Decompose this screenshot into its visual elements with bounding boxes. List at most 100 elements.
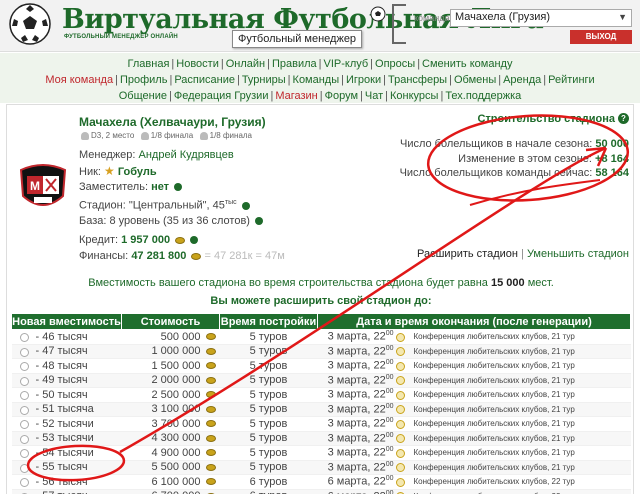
capacity-cell[interactable]: - 49 тысяч: [11, 373, 122, 388]
nav-item[interactable]: Трансферы: [388, 74, 447, 86]
capacity-cell[interactable]: - 48 тысяч: [11, 358, 122, 374]
radio-button[interactable]: [19, 463, 29, 473]
nav-item[interactable]: Форум: [325, 90, 358, 102]
cost-value: 6 700 000: [152, 490, 201, 494]
nav-item[interactable]: Игроки: [346, 74, 381, 86]
capacity-cell[interactable]: - 53 тысячи: [11, 431, 122, 446]
nav-item[interactable]: Конкурсы: [390, 90, 438, 102]
radio-button[interactable]: [19, 376, 29, 386]
table-row[interactable]: - 50 тысяч 2 500 000 5 туров 3 марта, 2200…: [11, 387, 631, 403]
site-header: Виртуальная Футбольная Лига ФУТБОЛЬНЫЙ М…: [0, 0, 640, 52]
table-row[interactable]: - 54 тысячи 4 900 000 5 туров 3 марта, 220…: [11, 445, 631, 461]
radio-button[interactable]: [19, 405, 29, 415]
nav-item[interactable]: Тех.поддержка: [445, 90, 521, 102]
nav-item[interactable]: Сменить команду: [422, 58, 512, 70]
nav-item[interactable]: Аренда: [503, 74, 541, 86]
nav-item[interactable]: Онлайн: [226, 58, 265, 70]
base-level[interactable]: 8 уровень: [110, 215, 160, 227]
stadium-value[interactable]: "Центральный", 45: [129, 200, 225, 212]
radio-button[interactable]: [19, 420, 29, 429]
help-icon[interactable]: ?: [618, 113, 629, 124]
nav-item[interactable]: Турниры: [242, 74, 286, 86]
cost-cell: 500 000: [121, 329, 220, 345]
nick-value[interactable]: Гобуль: [118, 166, 157, 178]
cup-stage-2[interactable]: 1/8 финала: [210, 131, 252, 140]
calendar-info-icon[interactable]: [395, 332, 405, 342]
nav-separator: |: [449, 74, 452, 86]
table-row[interactable]: - 57 тысяч6 700 000 6 туров6 марта, 2200…: [11, 489, 631, 494]
nav-item[interactable]: Правила: [272, 58, 317, 70]
capacity-cell[interactable]: - 54 тысячи: [11, 445, 122, 461]
nav-item[interactable]: Профиль: [120, 74, 168, 86]
table-row[interactable]: - 47 тысяч 1 000 000 5 туров 3 марта, 2200…: [11, 344, 631, 359]
soccer-ball-logo-icon[interactable]: [8, 2, 52, 46]
nav-item[interactable]: Обмены: [454, 74, 496, 86]
cup-icon: [199, 131, 208, 140]
radio-button[interactable]: [19, 333, 29, 342]
cup-stage-1[interactable]: 1/8 финала: [151, 131, 193, 140]
capacity-cell[interactable]: - 51 тысяча: [11, 402, 122, 417]
stadium-info-icon[interactable]: [241, 201, 250, 210]
capacity-cell[interactable]: - 46 тысяч: [11, 329, 122, 345]
capacity-cell[interactable]: - 52 тысячи: [11, 416, 122, 432]
table-row[interactable]: - 56 тысяч 6 100 000 6 туров 6 марта, 2200…: [11, 474, 631, 490]
cost-value: 5 500 000: [151, 461, 201, 474]
end-date-cell: 3 марта, 2200: [317, 402, 408, 417]
nav-item[interactable]: Магазин: [275, 90, 317, 102]
calendar-info-icon[interactable]: [395, 390, 405, 400]
nav-item[interactable]: VIP-клуб: [324, 58, 369, 70]
radio-button[interactable]: [19, 391, 29, 400]
nav-item[interactable]: Рейтинги: [548, 74, 595, 86]
radio-button[interactable]: [19, 347, 29, 357]
nav-item[interactable]: Опросы: [375, 58, 415, 70]
capacity-cell[interactable]: - 55 тысяч: [11, 460, 122, 475]
calendar-info-icon[interactable]: [395, 361, 405, 371]
table-row[interactable]: - 53 тысячи 4 300 000 5 туров 3 марта, 220…: [11, 431, 631, 446]
nav-item[interactable]: Команды: [293, 74, 340, 86]
capacity-cell[interactable]: - 57 тысяч: [11, 489, 122, 494]
table-row[interactable]: - 48 тысяч 1 500 000 5 туров 3 марта, 2200…: [11, 358, 631, 374]
manager-name[interactable]: Андрей Кудрявцев: [139, 149, 234, 161]
calendar-info-icon[interactable]: [395, 448, 405, 458]
nav-item[interactable]: Федерация Грузии: [174, 90, 269, 102]
credit-info-icon[interactable]: [190, 236, 199, 245]
base-info-icon[interactable]: [255, 217, 264, 226]
team-select[interactable]: Мачахела (Грузия) ▼: [450, 9, 632, 27]
nav-item[interactable]: Расписание: [174, 74, 235, 86]
calendar-info-icon[interactable]: [395, 419, 405, 429]
capacity-cell[interactable]: - 56 тысяч: [11, 474, 122, 490]
nav-item[interactable]: Общение: [119, 90, 167, 102]
end-time-minutes: 00: [385, 417, 394, 425]
exit-button[interactable]: ВЫХОД: [570, 30, 632, 44]
end-time-minutes: 00: [385, 431, 394, 439]
capacity-value: - 56 тысяч: [35, 475, 88, 488]
nav-item[interactable]: Моя команда: [45, 74, 113, 86]
radio-button[interactable]: [19, 434, 29, 444]
build-time-cell: 5 туров: [219, 373, 318, 388]
table-row[interactable]: - 55 тысяч 5 500 000 5 туров 3 марта, 2200…: [11, 460, 631, 475]
calendar-info-icon[interactable]: [395, 347, 405, 357]
table-row[interactable]: - 46 тысяч 500 000 5 туров 3 марта, 2200 Ко…: [11, 329, 631, 345]
expand-stadium-link[interactable]: Расширить стадион: [417, 248, 518, 260]
capacity-cell[interactable]: - 50 тысяч: [11, 387, 122, 403]
radio-button[interactable]: [19, 449, 29, 458]
shrink-stadium-link[interactable]: Уменьшить стадион: [527, 248, 629, 260]
table-row[interactable]: - 52 тысячи 3 700 000 5 туров 3 марта, 220…: [11, 416, 631, 432]
radio-button[interactable]: [19, 478, 29, 487]
build-time-cell: 5 туров: [219, 460, 318, 475]
team-name[interactable]: Мачахела (Хелвачаури, Грузия): [79, 115, 266, 129]
capacity-cell[interactable]: - 47 тысяч: [11, 344, 122, 359]
table-row[interactable]: - 51 тысяча 3 100 000 5 туров 3 марта, 220…: [11, 402, 631, 417]
nav-item[interactable]: Чат: [365, 90, 383, 102]
table-row[interactable]: - 49 тысяч 2 000 000 5 туров 3 марта, 2200…: [11, 373, 631, 388]
nav-item[interactable]: Новости: [176, 58, 219, 70]
calendar-info-icon[interactable]: [395, 405, 405, 415]
calendar-info-icon[interactable]: [395, 376, 405, 386]
league-info[interactable]: D3, 2 место: [91, 131, 134, 140]
calendar-info-icon[interactable]: [395, 434, 405, 444]
radio-button[interactable]: [19, 362, 29, 371]
calendar-info-icon[interactable]: [395, 477, 405, 487]
calendar-info-icon[interactable]: [395, 463, 405, 473]
add-deputy-icon[interactable]: [174, 183, 183, 192]
nav-item[interactable]: Главная: [128, 58, 170, 70]
